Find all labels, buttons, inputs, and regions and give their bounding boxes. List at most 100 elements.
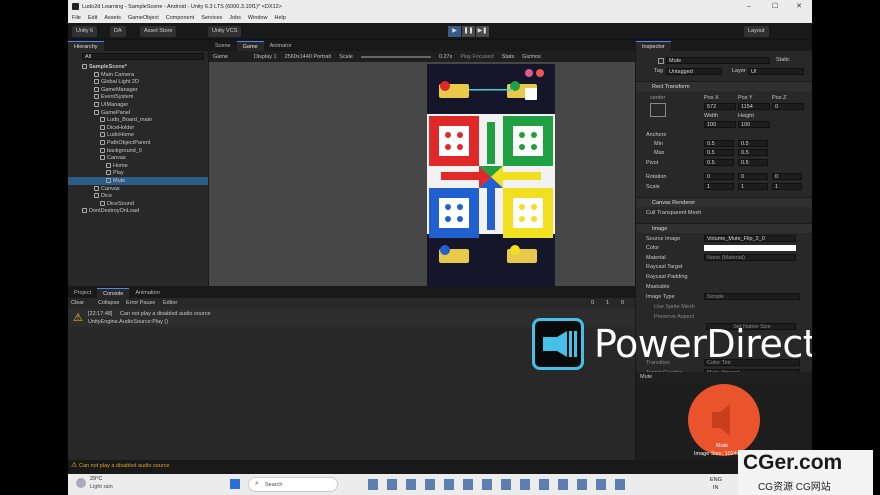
unity-version-button[interactable]: Unity 6 [72, 26, 98, 37]
anchors-foldout[interactable]: Anchors [646, 131, 666, 139]
scale-x[interactable]: 1 [704, 183, 734, 190]
layout-button[interactable]: Layout [744, 26, 769, 37]
rotation-y[interactable]: 0 [738, 173, 768, 180]
pivot-y[interactable]: 0.5 [738, 159, 768, 166]
scale-slider[interactable] [360, 55, 431, 58]
gizmos-button[interactable]: Gizmos [522, 54, 541, 60]
object-name-input[interactable]: Mute [666, 57, 770, 64]
input-indicator[interactable]: IN [713, 484, 719, 492]
gameobject-icon [82, 208, 87, 214]
preview-caption: Mute [716, 443, 729, 449]
maximize-icon[interactable]: ☐ [762, 0, 788, 13]
rotation-x[interactable]: 0 [704, 173, 734, 180]
console-panel: Project Console Animation Clear Collapse… [68, 288, 635, 460]
asset-store-button[interactable]: Asset Store [140, 26, 177, 37]
tab-animation[interactable]: Animation [129, 288, 165, 298]
anchor-max-y[interactable]: 0.5 [738, 149, 768, 156]
close-icon[interactable]: ✕ [786, 0, 812, 13]
width-field[interactable]: 100 [704, 121, 736, 128]
stats-button[interactable]: Stats [502, 54, 515, 60]
language-indicator[interactable]: ENG [710, 476, 722, 484]
play-button[interactable]: ▶ [448, 26, 461, 37]
console-log-count[interactable]: 0 [591, 299, 594, 307]
menu-jobs[interactable]: Jobs [229, 15, 241, 21]
gameobject-icon [94, 86, 99, 92]
anchor-max-x[interactable]: 0.5 [704, 149, 734, 156]
posy-field[interactable]: 1154 [738, 103, 770, 110]
tab-console[interactable]: Console [97, 288, 130, 298]
menu-window[interactable]: Window [248, 15, 268, 21]
tab-game[interactable]: Game [236, 41, 264, 51]
vcs-button[interactable]: Unity VCS [208, 26, 242, 37]
menu-services[interactable]: Services [201, 15, 222, 21]
tab-scene[interactable]: Scene [209, 41, 237, 51]
menu-help[interactable]: Help [274, 15, 285, 21]
mute-button-preview [536, 69, 544, 77]
gameobject-icon [100, 132, 105, 138]
hierarchy-panel: Hierarchy All SampleScene* Main Camera Glo… [68, 41, 208, 286]
image-type-dropdown[interactable]: Simple [704, 293, 800, 300]
minimize-icon[interactable]: – [736, 0, 762, 13]
display-dropdown[interactable]: Display 1 [254, 54, 277, 60]
scale-z[interactable]: 1 [772, 183, 802, 190]
game-toolbar: Game Display 1 2560x1440 Portrait Scale … [209, 51, 635, 62]
pause-button[interactable]: ❚❚ [462, 26, 475, 37]
object-active-checkbox[interactable] [658, 58, 664, 64]
layer-dropdown[interactable]: UI [748, 68, 804, 75]
hierarchy-search-input[interactable]: All [82, 53, 204, 60]
ludo-game-screen [427, 64, 555, 287]
tab-animator[interactable]: Animator [264, 41, 298, 51]
console-warning-count[interactable]: 1 [606, 299, 609, 307]
anchor-min-y[interactable]: 0.5 [738, 140, 768, 147]
pivot-x[interactable]: 0.5 [704, 159, 734, 166]
tab-project[interactable]: Project [68, 288, 97, 298]
menu-edit[interactable]: Edit [88, 15, 97, 21]
search-icon: ⌕ [255, 480, 259, 487]
anchor-min-x[interactable]: 0.5 [704, 140, 734, 147]
resolution-dropdown[interactable]: 2560x1440 Portrait [285, 54, 331, 60]
gameobject-icon [82, 64, 87, 70]
gameobject-icon [100, 124, 105, 130]
gameobject-icon [100, 117, 105, 123]
console-error-count[interactable]: 0 [621, 299, 624, 307]
gameobject-icon [94, 109, 99, 115]
raycast-padding-foldout[interactable]: Raycast Padding [646, 273, 688, 281]
tab-hierarchy[interactable]: Hierarchy [68, 41, 104, 51]
image-component-header[interactable]: Image [636, 223, 812, 233]
menu-file[interactable]: File [72, 15, 81, 21]
rotation-z[interactable]: 0 [772, 173, 802, 180]
static-toggle[interactable]: Static [776, 56, 790, 64]
tab-inspector[interactable]: Inspector [636, 41, 671, 51]
taskbar-app-icons[interactable] [368, 479, 628, 490]
taskbar-search-box[interactable]: ⌕ Search [248, 477, 338, 492]
height-field[interactable]: 100 [738, 121, 770, 128]
console-editor-dropdown[interactable]: Editor [163, 299, 177, 307]
game-mode-dropdown[interactable]: Game [213, 54, 228, 60]
scale-y[interactable]: 1 [738, 183, 768, 190]
source-image-field[interactable]: Volume_Mute_Flip_2_0 [704, 235, 796, 242]
gameobject-icon [94, 102, 99, 108]
hierarchy-item-label: Mute [113, 178, 126, 184]
posx-label: Pos X [704, 95, 719, 101]
console-error-pause-button[interactable]: Error Pause [126, 299, 155, 307]
material-field[interactable]: None (Material) [704, 254, 796, 261]
menu-component[interactable]: Component [166, 15, 194, 21]
windows-start-icon[interactable] [230, 479, 240, 489]
console-clear-button[interactable]: Clear [71, 299, 84, 307]
account-button[interactable]: DA [110, 26, 126, 37]
posz-field[interactable]: 0 [772, 103, 804, 110]
menu-assets[interactable]: Assets [104, 15, 121, 21]
color-swatch[interactable] [704, 245, 796, 251]
tag-dropdown[interactable]: Untagged [666, 68, 722, 75]
posx-field[interactable]: 572 [704, 103, 736, 110]
canvas-renderer-header[interactable]: Canvas Renderer [636, 197, 812, 207]
rect-transform-header[interactable]: Rect Transform [636, 81, 812, 91]
step-button[interactable]: ▶❚ [476, 26, 489, 37]
play-focused-dropdown[interactable]: Play Focused [460, 54, 493, 60]
hierarchy-item[interactable]: DontDestroyOnLoad [68, 207, 208, 215]
menu-gameobject[interactable]: GameObject [128, 15, 159, 21]
console-collapse-button[interactable]: Collapse [98, 299, 119, 307]
anchor-preset-button[interactable] [650, 103, 666, 117]
hierarchy-item-label: Dice [101, 193, 113, 200]
powerdirector-logo [532, 318, 584, 370]
